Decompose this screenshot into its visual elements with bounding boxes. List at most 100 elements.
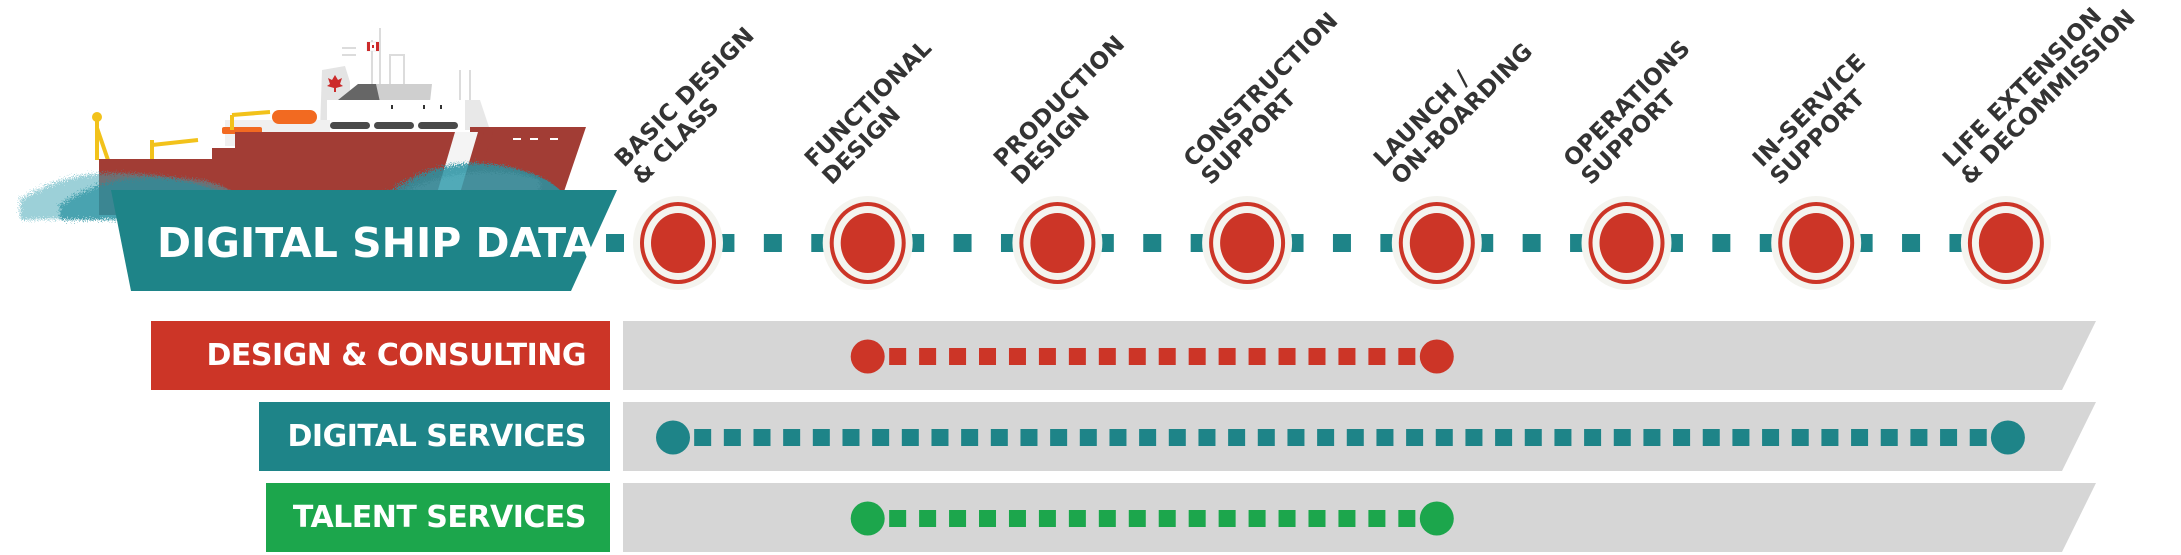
service-connector-square bbox=[1158, 348, 1176, 365]
service-end-dot bbox=[1419, 501, 1454, 536]
service-connector-square bbox=[1218, 510, 1236, 527]
service-connector-square bbox=[1109, 429, 1127, 446]
service-connector-square bbox=[1346, 429, 1364, 446]
stage-node-core bbox=[1409, 213, 1464, 273]
service-connector-square bbox=[979, 348, 997, 365]
service-connector-square bbox=[1406, 429, 1424, 446]
service-connector-square bbox=[1278, 510, 1296, 527]
stage-node bbox=[1202, 196, 1293, 290]
service-connector-square bbox=[1613, 429, 1631, 446]
service-connector-square bbox=[1702, 429, 1720, 446]
service-connector-square bbox=[1435, 429, 1453, 446]
service-connector-square bbox=[1880, 429, 1898, 446]
service-connector-square bbox=[1554, 429, 1572, 446]
service-label: DESIGN & CONSULTING bbox=[151, 321, 610, 390]
service-connector-square bbox=[1524, 429, 1542, 446]
service-connector-square bbox=[1050, 429, 1068, 446]
stage-node-core bbox=[1789, 213, 1844, 273]
service-connector-square bbox=[1008, 510, 1026, 527]
stage-node bbox=[1391, 196, 1482, 290]
stage-node-core bbox=[840, 213, 895, 273]
service-connector-square bbox=[1128, 348, 1146, 365]
service-connector-square bbox=[783, 429, 801, 446]
service-connector-square bbox=[1068, 348, 1086, 365]
service-connector-square bbox=[1020, 429, 1038, 446]
stage-node-core bbox=[1599, 213, 1654, 273]
service-row bbox=[623, 402, 2096, 471]
service-connector-square bbox=[1673, 429, 1691, 446]
stage-node-core bbox=[1978, 213, 2033, 273]
stage-node-core bbox=[1030, 213, 1085, 273]
service-label: TALENT SERVICES bbox=[266, 483, 610, 552]
service-connector-square bbox=[1732, 429, 1750, 446]
service-start-dot bbox=[850, 501, 885, 536]
service-connector-square bbox=[1139, 429, 1157, 446]
service-start-dot bbox=[850, 339, 885, 374]
service-band bbox=[623, 321, 2096, 390]
stage-node bbox=[633, 196, 723, 290]
service-connector-square bbox=[1317, 429, 1335, 446]
service-connector-square bbox=[1068, 510, 1086, 527]
service-connector-square bbox=[1228, 429, 1246, 446]
service-connector-square bbox=[1038, 348, 1056, 365]
stage-node-core bbox=[651, 213, 705, 273]
service-connector-square bbox=[919, 348, 937, 365]
service-connector-square bbox=[1762, 429, 1780, 446]
service-connector-square bbox=[1248, 348, 1266, 365]
stage-node bbox=[1771, 196, 1862, 290]
service-connector-square bbox=[990, 429, 1008, 446]
timeline-connector-square bbox=[1332, 234, 1351, 252]
timeline-connector-square bbox=[953, 234, 972, 252]
service-connector-square bbox=[1969, 429, 1987, 446]
service-connector-square bbox=[1308, 348, 1326, 365]
service-connector-square bbox=[1643, 429, 1661, 446]
service-connector-square bbox=[889, 510, 907, 527]
timeline-connector-square bbox=[1902, 234, 1921, 252]
service-connector-square bbox=[1376, 429, 1394, 446]
service-connector-square bbox=[1168, 429, 1186, 446]
stage-node bbox=[822, 196, 913, 290]
service-connector-square bbox=[1198, 429, 1216, 446]
service-connector-square bbox=[1398, 510, 1416, 527]
banner-label: DIGITAL SHIP DATA bbox=[157, 219, 595, 267]
service-connector-square bbox=[753, 429, 771, 446]
service-connector-square bbox=[1940, 429, 1958, 446]
service-connector-square bbox=[1398, 348, 1416, 365]
service-connector-square bbox=[979, 510, 997, 527]
service-label: DIGITAL SERVICES bbox=[259, 402, 610, 471]
service-connector-square bbox=[1338, 510, 1356, 527]
timeline-connector-square bbox=[606, 234, 624, 252]
service-connector-square bbox=[1465, 429, 1483, 446]
service-connector-square bbox=[919, 510, 937, 527]
service-connector-square bbox=[1257, 429, 1275, 446]
timeline-connector-square bbox=[1712, 234, 1731, 252]
service-connector-square bbox=[1584, 429, 1602, 446]
service-connector-square bbox=[949, 510, 967, 527]
timeline-connector-square bbox=[1143, 234, 1162, 252]
service-connector-square bbox=[1038, 510, 1056, 527]
stage-node bbox=[1581, 196, 1672, 290]
service-connector-square bbox=[1368, 510, 1386, 527]
service-connector-square bbox=[872, 429, 890, 446]
stage-node-core bbox=[1220, 213, 1275, 273]
service-connector-square bbox=[1308, 510, 1326, 527]
service-connector-square bbox=[1278, 348, 1296, 365]
service-end-dot bbox=[1990, 420, 2025, 455]
stage-timeline bbox=[606, 196, 2051, 290]
service-row bbox=[623, 321, 2096, 390]
service-connector-square bbox=[842, 429, 860, 446]
service-connector-square bbox=[1248, 510, 1266, 527]
service-connector-square bbox=[1495, 429, 1513, 446]
service-connector-square bbox=[1128, 510, 1146, 527]
service-connector-square bbox=[1791, 429, 1809, 446]
canada-flag-icon bbox=[366, 41, 380, 52]
service-connector-square bbox=[949, 348, 967, 365]
service-connector-square bbox=[812, 429, 830, 446]
timeline-connector-square bbox=[1522, 234, 1541, 252]
service-start-dot bbox=[656, 420, 690, 455]
service-connector-square bbox=[1338, 348, 1356, 365]
service-connector-square bbox=[1098, 348, 1116, 365]
service-connector-square bbox=[1851, 429, 1869, 446]
service-connector-square bbox=[1158, 510, 1176, 527]
service-connector-square bbox=[901, 429, 919, 446]
